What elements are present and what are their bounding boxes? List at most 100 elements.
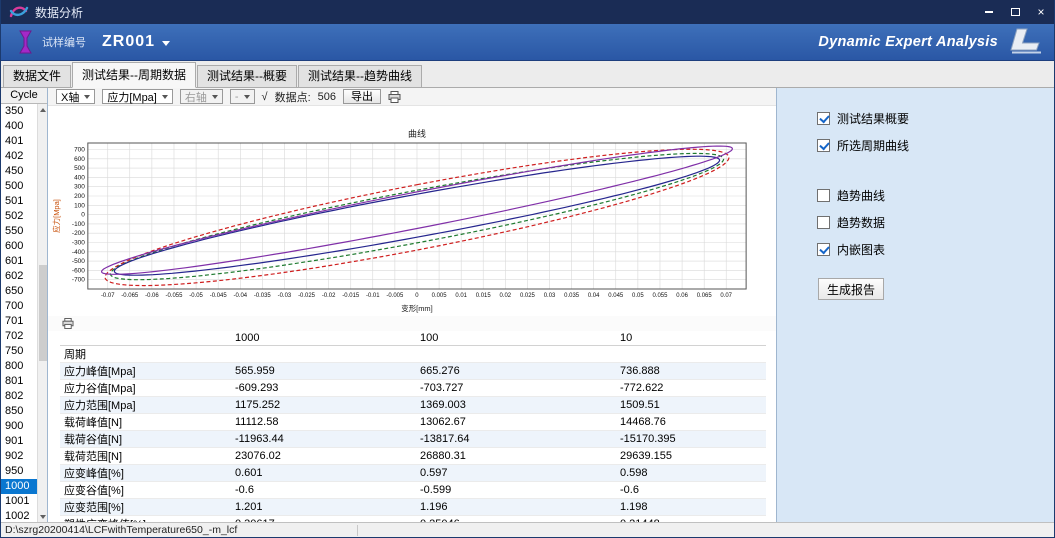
tab-trend-curve[interactable]: 测试结果--趋势曲线: [298, 65, 422, 87]
cycle-list-item[interactable]: 1002: [1, 509, 37, 522]
table-row[interactable]: 载荷谷值[N]-11963.44-13817.64-15170.395: [60, 430, 766, 447]
row-label-cell: 应变谷值[%]: [60, 481, 231, 498]
x-tick-label: 0.045: [608, 293, 624, 299]
minimize-button[interactable]: [976, 0, 1002, 24]
chevron-down-icon: [162, 41, 170, 46]
combo-arrow-icon: [212, 95, 218, 99]
tab-data-file[interactable]: 数据文件: [3, 65, 71, 87]
option-label: 内嵌图表: [837, 241, 885, 258]
cycle-list-item[interactable]: 601: [1, 254, 37, 269]
y-tick-label: 500: [74, 165, 85, 172]
cycle-list-item[interactable]: 1001: [1, 494, 37, 509]
table-row[interactable]: 应力范围[Mpa]1175.2521369.0031509.51: [60, 396, 766, 413]
y-tick-label: -100: [72, 221, 85, 228]
generate-report-button[interactable]: 生成报告: [818, 278, 884, 300]
option-selected-cycle-curves[interactable]: 所选周期曲线: [817, 137, 1054, 153]
value-cell: 665.276: [416, 362, 616, 379]
y-tick-label: -300: [72, 239, 85, 246]
sample-number-dropdown[interactable]: ZR001: [102, 33, 170, 51]
close-button[interactable]: ×: [1028, 0, 1054, 24]
y-tick-label: 100: [74, 202, 85, 209]
table-row[interactable]: 载荷峰值[N]11112.5813062.6714468.76: [60, 413, 766, 430]
x-tick-label: -0.005: [386, 293, 404, 299]
table-row[interactable]: 周期: [60, 345, 766, 362]
cycle-list-item[interactable]: 850: [1, 404, 37, 419]
y-axis-label: 应力[Mpa]: [51, 199, 61, 233]
scroll-down-button[interactable]: [38, 511, 48, 522]
cycle-data-content: X轴 应力[Mpa] 右轴 - √ 数据点: 506 导出: [48, 88, 777, 522]
x-tick-label: -0.03: [278, 293, 292, 299]
cycle-list-item[interactable]: 950: [1, 464, 37, 479]
cycle-list-item[interactable]: 700: [1, 299, 37, 314]
cycle-scrollbar[interactable]: [37, 104, 47, 522]
right-axis-combo[interactable]: 右轴: [180, 89, 223, 104]
scrollbar-track[interactable]: [38, 115, 48, 511]
cycle-list-item[interactable]: 750: [1, 344, 37, 359]
x-tick-label: -0.01: [366, 293, 380, 299]
cycle-list-item[interactable]: 402: [1, 149, 37, 164]
cycle-list-item[interactable]: 600: [1, 239, 37, 254]
table-row[interactable]: 载荷范围[N]23076.0226880.3129639.155: [60, 447, 766, 464]
x-tick-label: -0.045: [210, 293, 228, 299]
y-quantity-combo[interactable]: 应力[Mpa]: [102, 89, 173, 104]
x-tick-label: 0.07: [720, 293, 732, 299]
option-trend-curve[interactable]: 趋势曲线: [817, 187, 1054, 203]
tab-cycle-data[interactable]: 测试结果--周期数据: [72, 62, 196, 88]
cycle-list-item[interactable]: 401: [1, 134, 37, 149]
hysteresis-chart-svg: -0.07-0.065-0.06-0.055-0.05-0.045-0.04-0…: [48, 106, 776, 316]
scrollbar-thumb[interactable]: [39, 265, 47, 360]
value-cell: 1.201: [231, 498, 416, 515]
x-tick-label: 0.035: [564, 293, 580, 299]
tab-summary[interactable]: 测试结果--概要: [197, 65, 297, 87]
checkbox-icon[interactable]: [817, 189, 830, 202]
cycle-list-item[interactable]: 900: [1, 419, 37, 434]
checkbox-icon[interactable]: [817, 112, 830, 125]
table-row[interactable]: 塑性应变峰值[%]0.306170.250460.21448: [60, 515, 766, 522]
tab-strip: 数据文件测试结果--周期数据测试结果--概要测试结果--趋势曲线: [1, 61, 1054, 88]
table-row[interactable]: 应力峰值[Mpa]565.959665.276736.888: [60, 362, 766, 379]
cycle-list-item[interactable]: 802: [1, 389, 37, 404]
cycle-list-item[interactable]: 702: [1, 329, 37, 344]
cycle-list-item[interactable]: 500: [1, 179, 37, 194]
checkbox-icon[interactable]: [817, 139, 830, 152]
table-print-icon[interactable]: [62, 318, 74, 329]
print-icon[interactable]: [388, 91, 401, 103]
cycle-list-item[interactable]: 550: [1, 224, 37, 239]
option-summary[interactable]: 测试结果概要: [817, 110, 1054, 126]
cycle-list-item[interactable]: 800: [1, 359, 37, 374]
value-cell: -772.622: [616, 379, 766, 396]
cycle-list-item[interactable]: 400: [1, 119, 37, 134]
cycle-list-item[interactable]: 350: [1, 104, 37, 119]
dash-combo[interactable]: -: [230, 89, 255, 104]
check-mark[interactable]: √: [262, 91, 268, 103]
cycle-list-item[interactable]: 701: [1, 314, 37, 329]
checkbox-icon[interactable]: [817, 243, 830, 256]
scroll-up-button[interactable]: [38, 104, 48, 115]
table-row[interactable]: 应变峰值[%]0.6010.5970.598: [60, 464, 766, 481]
cycle-list-item[interactable]: 602: [1, 269, 37, 284]
x-tick-label: -0.055: [166, 293, 184, 299]
cycle-list-item[interactable]: 501: [1, 194, 37, 209]
x-tick-label: -0.065: [121, 293, 139, 299]
y-tick-label: -500: [72, 258, 85, 265]
cycle-list-item[interactable]: 450: [1, 164, 37, 179]
export-button[interactable]: 导出: [343, 89, 381, 104]
x-tick-label: 0.025: [520, 293, 536, 299]
table-row[interactable]: 应力谷值[Mpa]-609.293-703.727-772.622: [60, 379, 766, 396]
option-embedded-chart[interactable]: 内嵌图表: [817, 241, 1054, 257]
cycle-list-item[interactable]: 801: [1, 374, 37, 389]
cycle-list-item[interactable]: 1000: [1, 479, 37, 494]
maximize-button[interactable]: [1002, 0, 1028, 24]
cycle-list-item[interactable]: 902: [1, 449, 37, 464]
table-row[interactable]: 应变谷值[%]-0.6-0.599-0.6: [60, 481, 766, 498]
row-label-cell: 载荷峰值[N]: [60, 413, 231, 430]
x-axis-combo[interactable]: X轴: [56, 89, 95, 104]
cycle-list-item[interactable]: 650: [1, 284, 37, 299]
cycle-list-item[interactable]: 502: [1, 209, 37, 224]
option-trend-data[interactable]: 趋势数据: [817, 214, 1054, 230]
value-cell: -703.727: [416, 379, 616, 396]
cycle-list-item[interactable]: 901: [1, 434, 37, 449]
table-row[interactable]: 应变范围[%]1.2011.1961.198: [60, 498, 766, 515]
checkbox-icon[interactable]: [817, 216, 830, 229]
x-tick-label: 0.065: [697, 293, 713, 299]
